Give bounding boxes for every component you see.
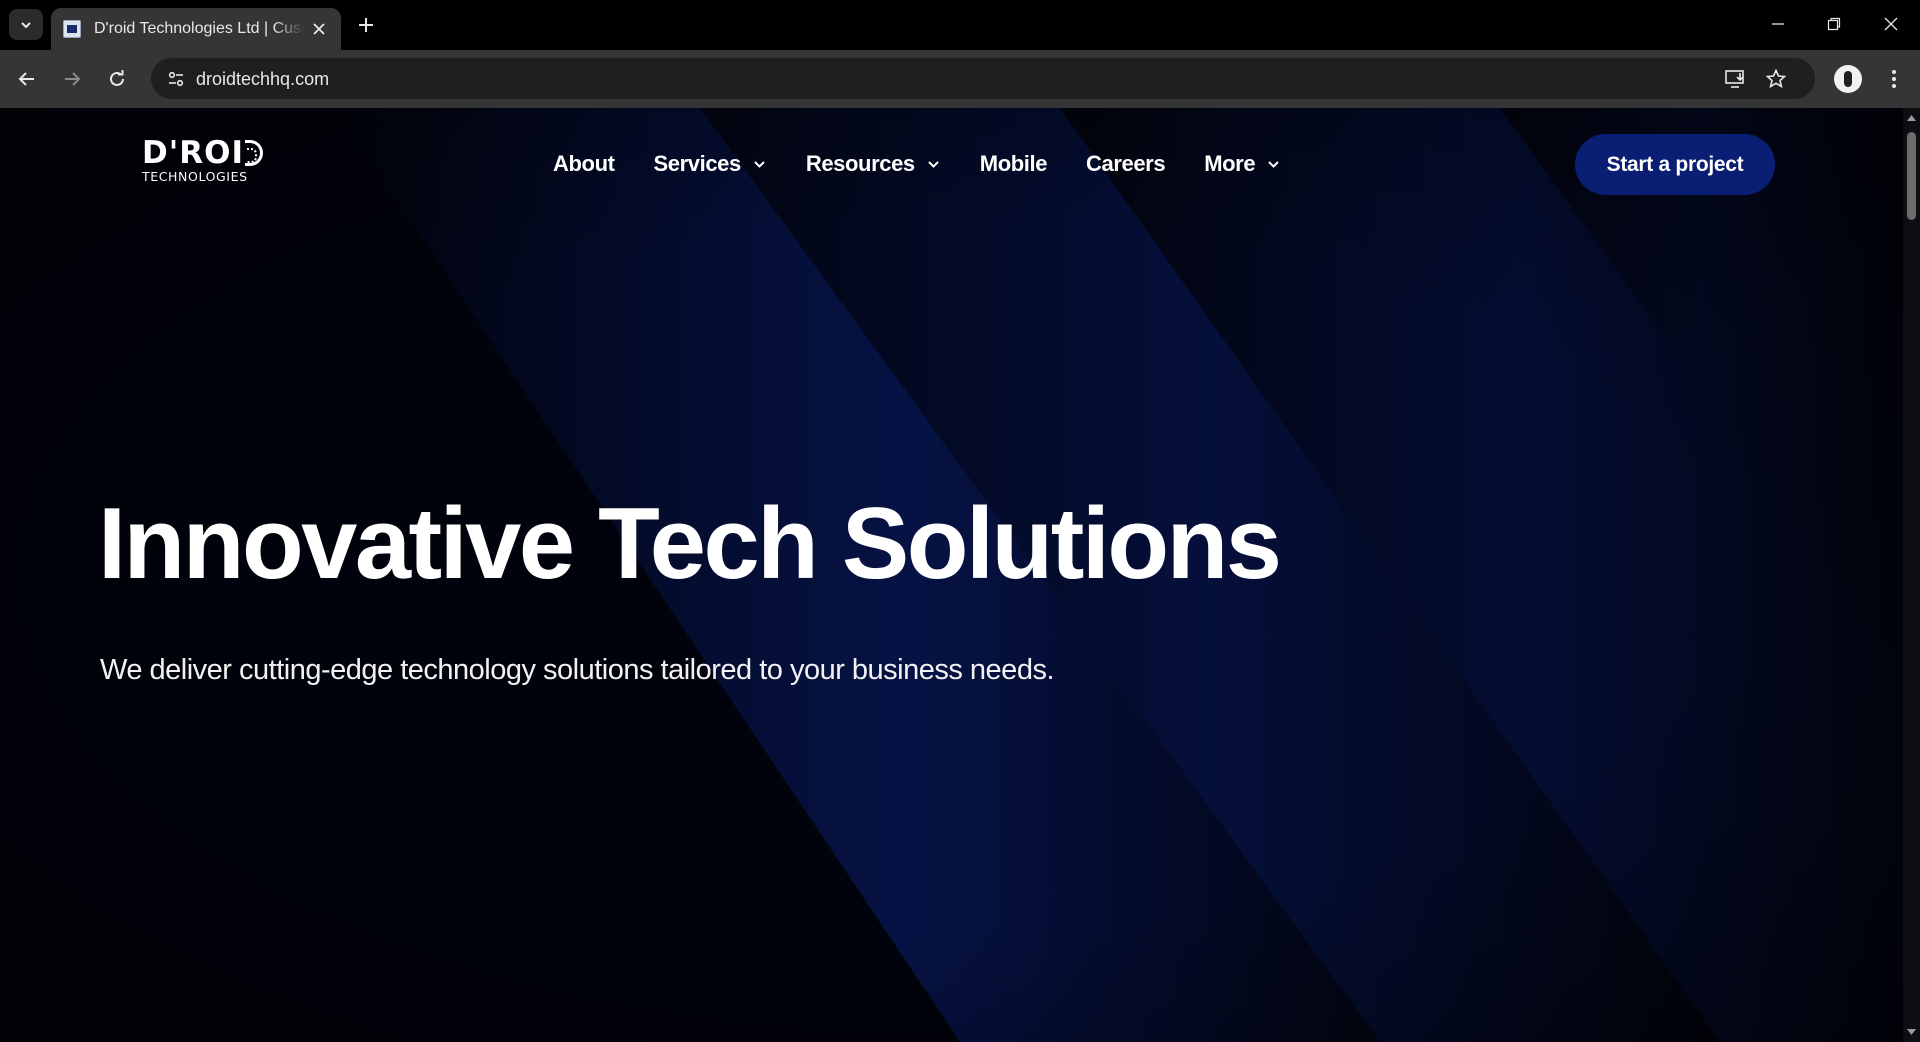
start-project-button[interactable]: Start a project	[1575, 134, 1775, 195]
nav-services[interactable]: Services	[654, 151, 767, 177]
install-icon	[1725, 70, 1744, 88]
hero-subtitle: We deliver cutting-edge technology solut…	[100, 654, 1055, 686]
chevron-down-icon	[1267, 157, 1281, 171]
browser-menu-button[interactable]	[1880, 65, 1908, 93]
scroll-up-button[interactable]	[1903, 110, 1920, 126]
minimize-button[interactable]	[1750, 0, 1806, 48]
reload-button[interactable]	[100, 62, 134, 96]
new-tab-button[interactable]	[352, 11, 380, 39]
nav-services-label: Services	[653, 151, 742, 176]
nav-mobile[interactable]: Mobile	[979, 151, 1048, 177]
logo-subtitle: TECHNOLOGIES	[142, 169, 248, 184]
triangle-down-icon	[1907, 1029, 1916, 1035]
bookmark-button[interactable]	[1763, 66, 1789, 92]
site-info-button[interactable]	[161, 64, 191, 94]
nav-mobile-label: Mobile	[979, 151, 1048, 176]
site-favicon-icon	[63, 20, 81, 38]
browser-tab-active[interactable]: D'roid Technologies Ltd | Custom Softwar…	[51, 8, 341, 50]
logo-wordmark: D'ROI	[142, 135, 267, 171]
address-bar[interactable]: droidtechhq.com	[151, 58, 1815, 99]
forward-button[interactable]	[55, 62, 89, 96]
logo-text: D'ROI	[142, 135, 244, 171]
nav-more-label: More	[1204, 151, 1256, 176]
chevron-down-icon	[927, 157, 941, 171]
close-icon	[1884, 17, 1898, 31]
close-icon	[313, 23, 325, 35]
tab-title: D'roid Technologies Ltd | Custom Softwar…	[94, 20, 304, 37]
nav-about[interactable]: About	[553, 151, 615, 177]
tune-icon	[168, 71, 184, 87]
plus-icon	[359, 18, 373, 32]
main-nav: About Services Resources Mobile Careers …	[553, 149, 1320, 179]
arrow-left-icon	[18, 72, 34, 86]
profile-avatar[interactable]	[1834, 65, 1862, 93]
chevron-down-icon	[21, 21, 31, 28]
tab-close-button[interactable]	[309, 19, 329, 39]
close-window-button[interactable]	[1863, 0, 1919, 48]
hero-title: Innovative Tech Solutions	[98, 488, 1282, 600]
page-viewport: D'ROI TECHNOLOGIES About Services Resour…	[0, 108, 1903, 1042]
restore-button[interactable]	[1806, 0, 1862, 48]
star-icon	[1766, 69, 1786, 89]
back-button[interactable]	[10, 62, 44, 96]
more-vert-icon	[1892, 70, 1896, 88]
nav-about-label: About	[553, 151, 615, 176]
arrow-right-icon	[65, 72, 81, 86]
nav-resources[interactable]: Resources	[806, 151, 941, 177]
restore-icon	[1827, 17, 1841, 31]
reload-icon	[110, 70, 124, 86]
scroll-down-button[interactable]	[1903, 1024, 1920, 1040]
nav-resources-label: Resources	[805, 151, 915, 176]
page-scrollbar[interactable]	[1903, 108, 1920, 1042]
nav-careers-label: Careers	[1086, 151, 1166, 176]
address-bar-url[interactable]: droidtechhq.com	[196, 69, 329, 90]
site-logo[interactable]: D'ROI TECHNOLOGIES	[142, 138, 267, 184]
logo-brain-icon	[244, 140, 263, 166]
triangle-up-icon	[1907, 115, 1916, 121]
minimize-icon	[1772, 23, 1784, 25]
browser-tabstrip: D'roid Technologies Ltd | Custom Softwar…	[0, 0, 1920, 50]
chevron-down-icon	[753, 157, 767, 171]
nav-more[interactable]: More	[1204, 151, 1281, 177]
nav-careers[interactable]: Careers	[1086, 151, 1166, 177]
browser-toolbar: droidtechhq.com	[0, 50, 1920, 108]
tab-search-button[interactable]	[9, 9, 43, 40]
install-app-button[interactable]	[1723, 66, 1749, 92]
scrollbar-thumb[interactable]	[1907, 132, 1916, 220]
